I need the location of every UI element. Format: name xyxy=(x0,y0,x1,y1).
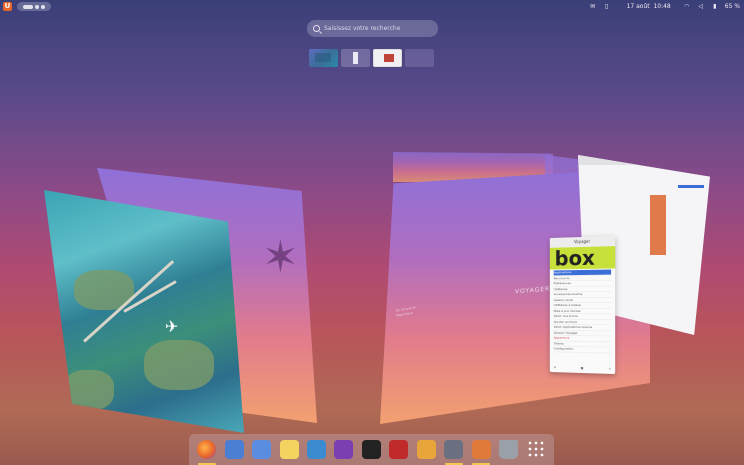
system-tray: ✉ ▯ 17 août 10:48 ◠ ◁ ▮ 65 % xyxy=(589,0,740,13)
pdf-viewer-icon xyxy=(389,440,409,459)
dock-item-app-grid[interactable] xyxy=(525,439,547,461)
workspaces-icon xyxy=(471,440,491,459)
search-field[interactable] xyxy=(307,20,438,37)
palm-tree-icon: ✶ xyxy=(262,232,299,283)
app-logo: box xyxy=(549,246,616,270)
workspace-thumbnail-2[interactable] xyxy=(341,49,370,67)
bluefish-icon xyxy=(361,440,381,459)
document-icon[interactable]: ▯ xyxy=(603,3,611,10)
dock-item-workspaces[interactable] xyxy=(470,439,492,465)
workspace-dot-active[interactable] xyxy=(23,4,33,9)
browser-link xyxy=(678,185,704,188)
app-menu-list: Applications Raccourcis Préférences Utilita… xyxy=(550,268,615,354)
software-store-icon xyxy=(307,440,327,459)
dock-item-files[interactable] xyxy=(223,439,245,461)
workspace-dot[interactable] xyxy=(41,4,45,9)
notes-icon xyxy=(279,440,299,459)
window-preview-photo[interactable] xyxy=(44,190,244,433)
workspace-thumbnail-1[interactable] xyxy=(309,49,338,67)
activities-label: U xyxy=(4,2,11,10)
workspace-thumbnail-3[interactable] xyxy=(373,49,402,67)
voyager-app-window[interactable]: Voyager box Applications Raccourcis Préfér… xyxy=(549,235,616,375)
mail-icon[interactable]: ✉ xyxy=(589,3,597,10)
voyager-app-icon xyxy=(444,440,464,459)
text-editor-icon xyxy=(252,440,272,459)
app-window-footer: ⚙ ■ ✕ xyxy=(554,365,611,371)
footer-close-icon[interactable]: ✕ xyxy=(609,367,612,371)
dock-item-notes[interactable] xyxy=(278,439,300,461)
battery-icon[interactable]: ▮ xyxy=(711,3,719,10)
dock xyxy=(189,434,554,465)
dock-item-bluefish[interactable] xyxy=(360,439,382,461)
dock-item-voyager-app[interactable] xyxy=(443,439,465,465)
top-bar: U ✉ ▯ 17 août 10:48 ◠ ◁ ▮ 65 % xyxy=(0,0,744,13)
app-grid-icon xyxy=(526,440,546,459)
running-indicator xyxy=(197,462,216,465)
clock[interactable]: 17 août 10:48 xyxy=(627,3,671,10)
search-input[interactable] xyxy=(324,25,434,32)
running-indicator xyxy=(444,462,463,465)
time-label: 10:48 xyxy=(653,3,671,10)
battery-label: 65 % xyxy=(724,3,740,10)
search-icon xyxy=(313,25,320,32)
activities-button[interactable]: U xyxy=(3,2,12,11)
workspace-thumbnail-4[interactable] xyxy=(405,49,434,67)
dock-item-trash[interactable] xyxy=(498,439,520,461)
date-label: 17 août xyxy=(626,3,650,10)
browser-tab-bar xyxy=(578,155,710,165)
dock-item-text-editor[interactable] xyxy=(251,439,273,461)
dock-item-software-store[interactable] xyxy=(306,439,328,461)
trash-icon xyxy=(499,440,519,459)
wifi-icon[interactable]: ◠ xyxy=(683,3,691,10)
dock-item-podcast[interactable] xyxy=(415,439,437,461)
photo-island xyxy=(144,340,214,390)
dock-item-video-editor[interactable] xyxy=(333,439,355,461)
files-icon xyxy=(224,440,244,459)
running-indicator xyxy=(472,462,491,465)
footer-app-icon[interactable]: ■ xyxy=(581,366,584,370)
dock-item-firefox[interactable] xyxy=(196,439,218,465)
photo-island xyxy=(64,370,114,410)
video-editor-icon xyxy=(334,440,354,459)
podcast-icon xyxy=(416,440,436,459)
app-menu-item[interactable]: Configuration xyxy=(553,346,612,354)
browser-image xyxy=(650,195,666,255)
dock-item-pdf-viewer[interactable] xyxy=(388,439,410,461)
volume-icon[interactable]: ◁ xyxy=(697,3,705,10)
workspace-dot[interactable] xyxy=(35,4,39,9)
workspace-thumbnails xyxy=(309,49,434,67)
footer-settings-icon[interactable]: ⚙ xyxy=(554,365,557,369)
airplane-icon: ✈ xyxy=(165,317,179,336)
firefox-icon xyxy=(197,440,217,459)
workspace-indicator[interactable] xyxy=(17,2,51,11)
